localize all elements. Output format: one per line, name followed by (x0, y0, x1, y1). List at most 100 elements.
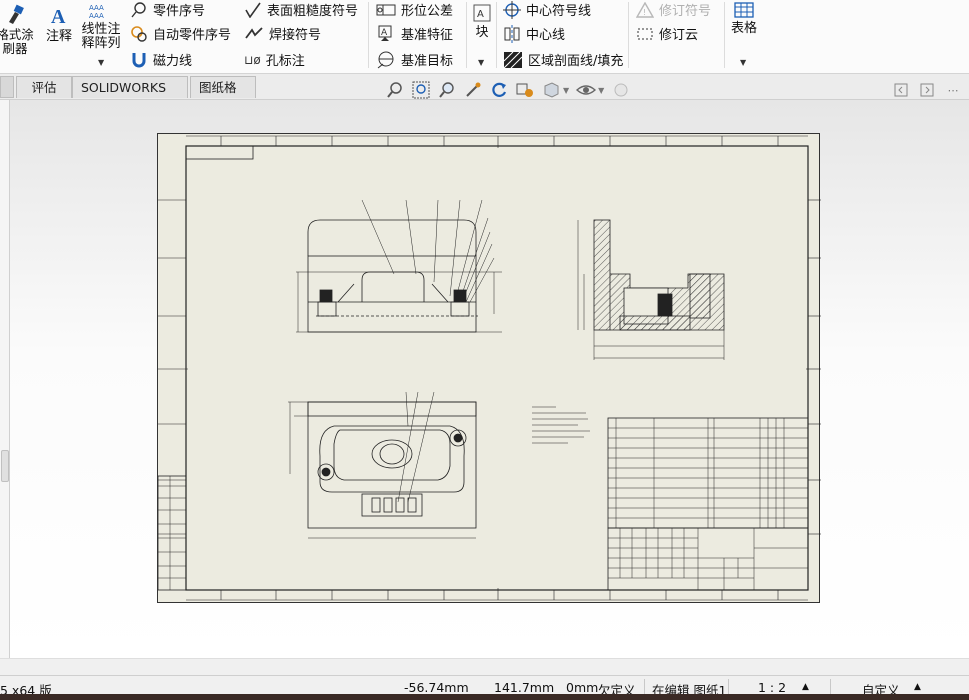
format-painter-label: 格式涂 刷器 (0, 27, 34, 56)
geometric-tolerance-icon (376, 4, 396, 15)
display-style-icon[interactable] (540, 80, 562, 100)
table-label: 表格 (730, 21, 757, 36)
hole-callout-label: 孔标注 (265, 54, 305, 69)
hide-show-icon[interactable] (575, 80, 597, 100)
display-style-dropdown-icon[interactable]: ▼ (563, 86, 569, 95)
table-icon (734, 2, 754, 18)
units-dropdown-icon[interactable]: ▲ (914, 682, 921, 692)
auto-balloon-icon (131, 25, 147, 42)
block-label: 块 (475, 25, 489, 40)
command-manager-ribbon: 格式涂 刷器 A 注释 AAA AAA 线性注 释阵列 ▼ 零件序号 自动零件序号… (0, 0, 969, 74)
drawing-sheet[interactable] (157, 133, 821, 603)
centerline-label: 中心线 (526, 28, 566, 43)
pan-icon[interactable] (462, 80, 484, 100)
status-z-coordinate: 0mm (566, 680, 599, 695)
annotation-dropdown-icon[interactable]: ▼ (98, 58, 104, 67)
center-mark-button[interactable]: 中心符号线 (503, 0, 591, 19)
hide-show-dropdown-icon[interactable]: ▼ (598, 86, 604, 95)
status-scale[interactable]: 1 : 2 (758, 680, 786, 695)
view-orientation-icon[interactable] (514, 80, 536, 100)
magnet-icon (132, 52, 146, 67)
datum-feature-button[interactable]: A 基准特征 (376, 24, 453, 43)
area-hatch-label: 区域剖面线/填充 (528, 54, 624, 69)
scale-dropdown-icon[interactable]: ▲ (802, 682, 809, 692)
datum-target-button[interactable]: 基准目标 (376, 50, 453, 69)
zoom-to-area-icon[interactable] (410, 80, 432, 100)
center-mark-label: 中心符号线 (526, 4, 592, 19)
ribbon-separator (724, 2, 725, 68)
table-dropdown-icon[interactable]: ▼ (740, 58, 746, 67)
tab-collapsed[interactable] (0, 76, 14, 98)
svg-text:A: A (51, 6, 66, 26)
balloon-button[interactable]: 零件序号 (130, 0, 205, 19)
datum-feature-label: 基准特征 (401, 28, 454, 43)
ribbon-separator (496, 2, 497, 68)
datum-target-label: 基准目标 (401, 54, 454, 69)
annotation-button[interactable]: A 注释 (44, 6, 74, 44)
block-button[interactable]: A 块 (470, 4, 494, 40)
svg-text:AAA: AAA (89, 4, 104, 12)
linear-note-pattern-button[interactable]: AAA AAA 线性注 释阵列 (80, 3, 122, 51)
weld-symbol-button[interactable]: 焊接符号 (244, 24, 321, 43)
revision-cloud-button[interactable]: 修订云 (636, 24, 698, 43)
drawing-sheet-geometry (158, 135, 821, 601)
zoom-in-out-icon[interactable] (436, 80, 458, 100)
auto-balloon-button[interactable]: 自动零件序号 (130, 24, 231, 43)
revision-triangle-icon: ! (636, 1, 654, 18)
appearance-icon[interactable] (610, 80, 632, 100)
tab-solidworks-addins[interactable]: SOLIDWORKS 插件 (72, 76, 188, 116)
balloon-label: 零件序号 (153, 4, 206, 19)
svg-text:AAA: AAA (89, 12, 104, 19)
status-y-coordinate: 141.7mm (494, 680, 555, 695)
hole-callout-icon: ⊔ø (244, 52, 261, 67)
paintbrush-icon (9, 4, 24, 24)
annotation-a-icon: A (51, 6, 66, 28)
panel-expand-handle[interactable] (1, 450, 9, 482)
magnetic-line-label: 磁力线 (153, 54, 193, 69)
weld-symbol-icon (245, 26, 263, 39)
area-hatch-button[interactable]: 区域剖面线/填充 (503, 50, 623, 69)
surface-finish-button[interactable]: 表面粗糙度符号 (244, 0, 358, 19)
auto-balloon-label: 自动零件序号 (153, 28, 232, 43)
feature-manager-collapsed-rail (0, 100, 10, 658)
zoom-to-fit-icon[interactable] (384, 80, 406, 100)
block-dropdown-icon[interactable]: ▼ (478, 58, 484, 67)
linear-note-pattern-label: 线性注 释阵列 (81, 22, 121, 51)
datum-feature-icon: A (378, 25, 392, 41)
geometric-tolerance-label: 形位公差 (401, 4, 454, 19)
block-icon: A (473, 4, 491, 22)
annotation-label: 注释 (45, 29, 72, 44)
surface-finish-icon (245, 2, 261, 18)
rotate-icon[interactable] (488, 80, 510, 100)
revision-symbol-button[interactable]: ! 修订符号 (636, 0, 711, 19)
datum-target-icon (377, 51, 394, 68)
sheet-tab-strip (0, 658, 969, 675)
svg-text:A: A (477, 9, 484, 20)
linear-note-pattern-icon: AAAAAA (89, 4, 104, 20)
centerline-icon (504, 24, 520, 43)
desktop-taskbar-edge (0, 694, 969, 700)
revision-symbol-label: 修订符号 (659, 4, 712, 19)
tab-sheet-format[interactable]: 图纸格式 (190, 76, 256, 116)
magnetic-line-button[interactable]: 磁力线 (130, 50, 192, 69)
collapse-right-icon[interactable] (916, 80, 938, 100)
svg-text:A: A (381, 28, 388, 38)
revision-cloud-icon (637, 28, 653, 39)
ribbon-separator (628, 2, 629, 68)
centerline-button[interactable]: 中心线 (503, 24, 565, 43)
revision-cloud-label: 修订云 (659, 28, 699, 43)
weld-symbol-label: 焊接符号 (269, 28, 322, 43)
collapse-left-icon[interactable] (890, 80, 912, 100)
format-painter-button[interactable]: 格式涂 刷器 (0, 4, 36, 56)
more-options-icon[interactable]: ⋯ (942, 80, 964, 100)
status-x-coordinate: -56.74mm (404, 680, 469, 695)
hole-callout-button[interactable]: ⊔ø 孔标注 (244, 50, 305, 70)
table-button[interactable]: 表格 (728, 2, 760, 36)
geometric-tolerance-button[interactable]: 形位公差 (376, 0, 453, 19)
ribbon-separator (368, 2, 369, 68)
ribbon-separator (466, 2, 467, 68)
svg-text:!: ! (643, 8, 646, 17)
tab-evaluate[interactable]: 评估 (16, 76, 72, 98)
window-controls: ⋯ (890, 80, 964, 100)
heads-up-view-toolbar: ▼ ▼ (384, 80, 632, 100)
